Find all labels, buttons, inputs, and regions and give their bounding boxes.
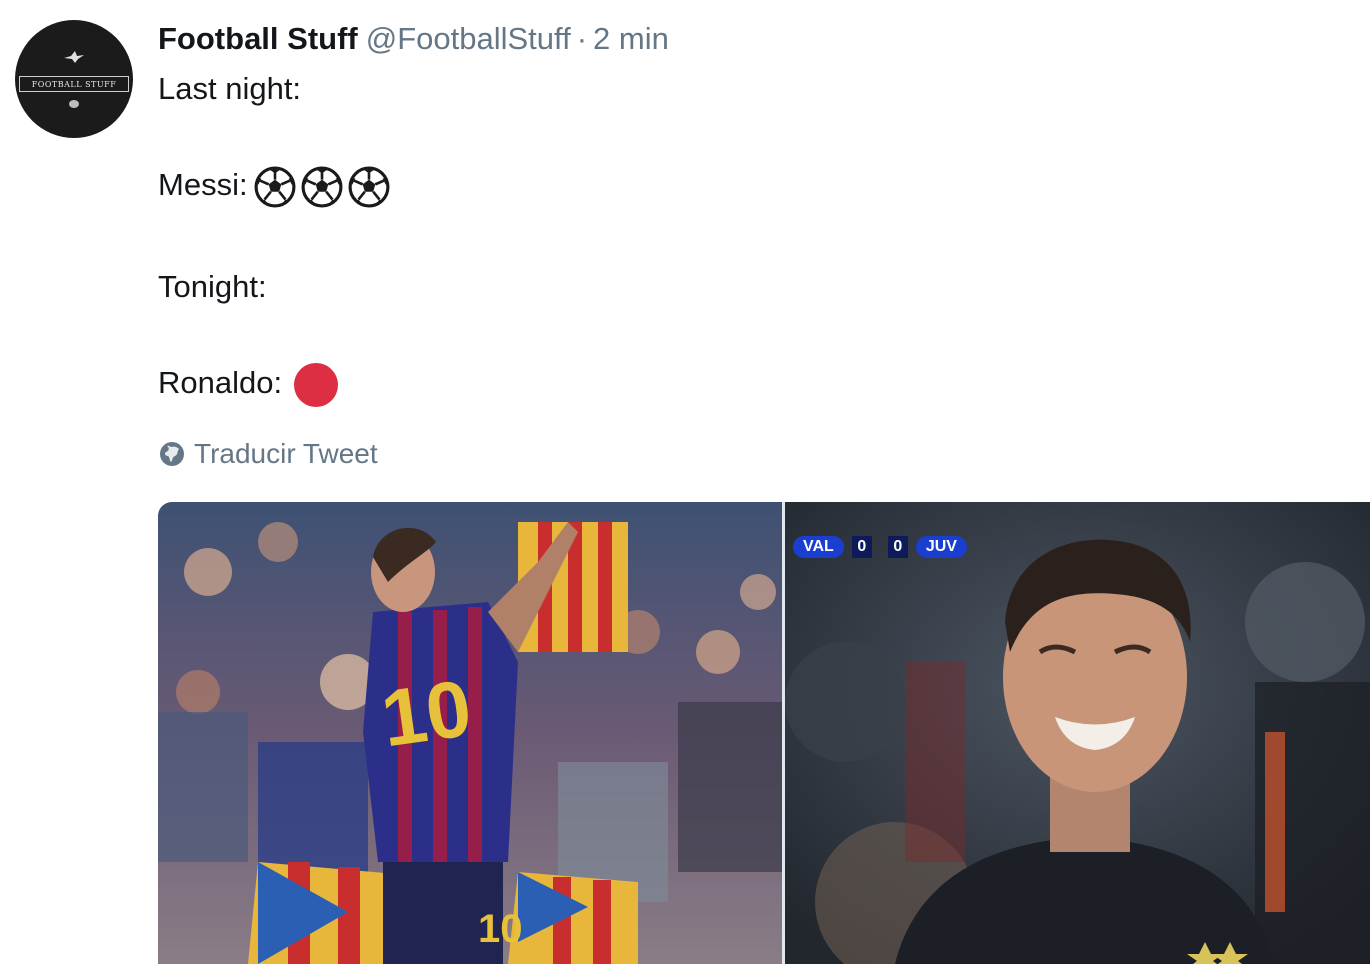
svg-text:10: 10 (478, 907, 523, 951)
photo-messi-celebrating[interactable]: 10 10 (158, 502, 782, 964)
home-team: VAL (793, 536, 844, 558)
logo-bird-icon (64, 51, 84, 63)
tweet-text-line-2: Messi: (158, 164, 390, 208)
tweet-text-line-3: Tonight: (158, 269, 267, 304)
tweet-text-line-4: Ronaldo: (158, 362, 339, 407)
photo-ronaldo-crying[interactable]: VAL 0 0 JUV (785, 502, 1370, 964)
soccer-ball-icon (348, 166, 390, 208)
photo-ronaldo-image (785, 502, 1370, 964)
tweet-header: Football Stuff @FootballStuff · 2 min (158, 18, 669, 60)
messi-label: Messi: (158, 167, 248, 202)
tweet-media-grid[interactable]: 10 10 VAL 0 0 JUV (158, 502, 1370, 964)
author-display-name[interactable]: Football Stuff (158, 21, 358, 56)
tweet-text-line-1: Last night: (158, 71, 302, 106)
globe-icon (160, 442, 184, 466)
scoreboard: VAL 0 0 JUV (793, 536, 967, 558)
ronaldo-label: Ronaldo: (158, 365, 283, 400)
home-score: 0 (851, 536, 872, 558)
svg-text:10: 10 (376, 663, 477, 764)
red-circle-icon (294, 362, 339, 407)
avatar-logo-text: FOOTBALL STUFF (19, 76, 129, 92)
translate-tweet-link[interactable]: Traducir Tweet (158, 436, 378, 472)
tweet[interactable]: FOOTBALL STUFF Football Stuff @FootballSt… (0, 0, 1370, 964)
photo-messi-image: 10 10 (158, 502, 782, 964)
logo-ball-icon (69, 100, 79, 108)
timestamp[interactable]: 2 min (593, 21, 669, 56)
separator: · (576, 21, 588, 56)
avatar[interactable]: FOOTBALL STUFF (15, 20, 133, 138)
away-team: JUV (915, 536, 967, 558)
soccer-balls (248, 166, 390, 208)
soccer-ball-icon (254, 166, 296, 208)
author-handle[interactable]: @FootballStuff (366, 21, 571, 56)
away-score: 0 (887, 536, 908, 558)
translate-label: Traducir Tweet (194, 438, 378, 469)
soccer-ball-icon (301, 166, 343, 208)
